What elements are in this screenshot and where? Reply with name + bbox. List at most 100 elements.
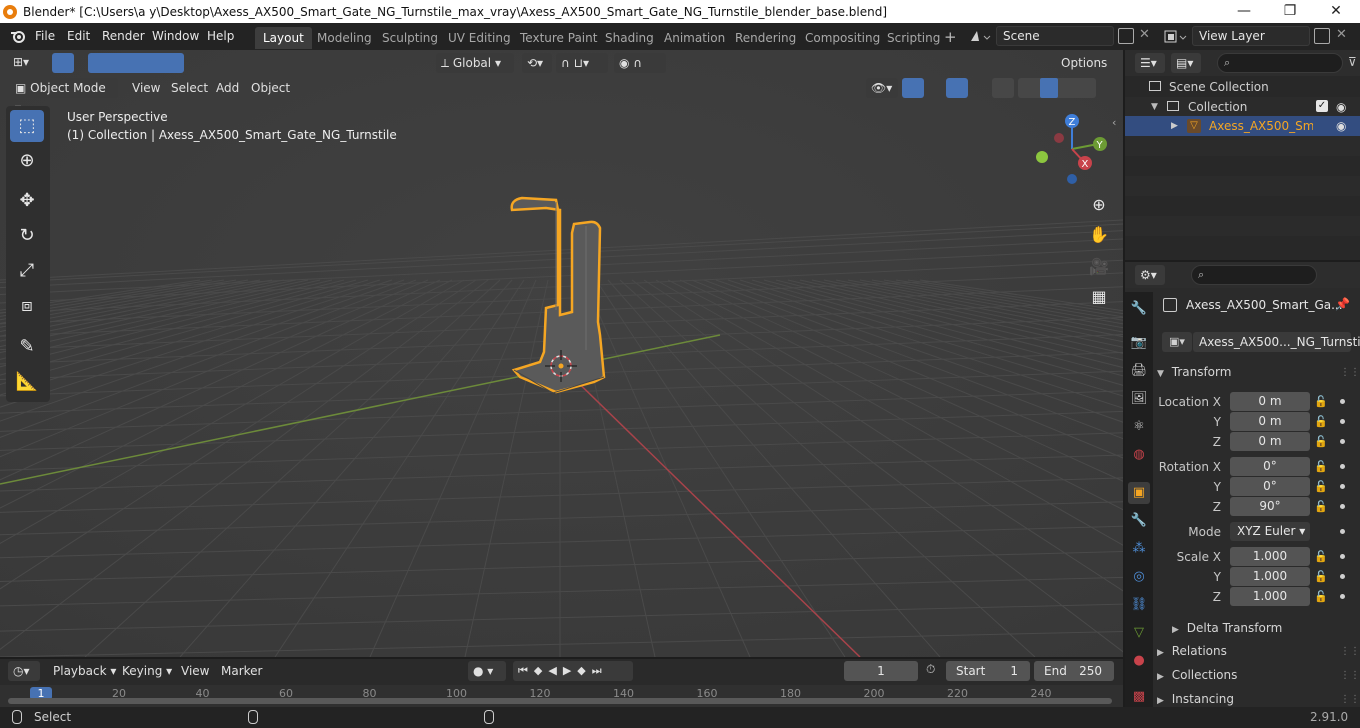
menu-add[interactable]: Add xyxy=(211,78,244,98)
maximize-button[interactable]: ❐ xyxy=(1267,0,1313,23)
scene-name-field[interactable]: Scene xyxy=(996,26,1114,46)
tree-row-collection[interactable]: ▼ Collection ✓ ◉ xyxy=(1125,97,1360,117)
tree-row-scene-collection[interactable]: Scene Collection xyxy=(1125,77,1360,97)
expand-arrow-icon[interactable]: ▼ xyxy=(1151,97,1158,117)
render-tab-icon[interactable]: 📷 xyxy=(1128,332,1150,354)
location-z-field[interactable]: 0 m xyxy=(1230,432,1310,451)
shading-mode-buttons[interactable] xyxy=(1018,78,1096,98)
drag-handle-icon[interactable]: ⋮⋮ xyxy=(1340,367,1360,378)
tab-compositing[interactable]: Compositing xyxy=(797,27,888,49)
drag-handle-icon[interactable]: ⋮⋮ xyxy=(1340,694,1360,705)
world-tab-icon[interactable]: ◍ xyxy=(1128,444,1150,466)
options-dropdown[interactable]: Options ▾ xyxy=(1056,53,1116,90)
overlays-toggle-icon[interactable] xyxy=(946,78,968,98)
blender-menu-icon[interactable] xyxy=(10,29,26,43)
editor-type-icon[interactable]: ⊞▾ xyxy=(8,52,40,72)
expand-arrow-icon[interactable]: ▶ xyxy=(1171,116,1178,136)
scene-selector-icon[interactable] xyxy=(967,27,993,47)
lock-icon[interactable]: 🔓 xyxy=(1314,500,1328,514)
eye-icon[interactable]: ◉ xyxy=(1336,97,1346,117)
3d-viewport[interactable]: ⊞▾ ⟂ Global ▾ ⟲▾ ∩ ⊔▾ ◉ ∩ Options ▾ ▣ Ob… xyxy=(0,50,1123,657)
timeline-view-menu[interactable]: View xyxy=(176,661,214,681)
tab-shading[interactable]: Shading xyxy=(597,27,662,49)
exclude-checkbox[interactable]: ✓ xyxy=(1316,100,1328,112)
zoom-icon[interactable]: ⊕ xyxy=(1086,192,1112,218)
add-workspace-icon[interactable]: + xyxy=(944,28,957,46)
pivot-point-icon[interactable]: ⟲▾ xyxy=(522,53,552,73)
drag-handle-icon[interactable]: ⋮⋮ xyxy=(1340,646,1360,657)
tab-sculpting[interactable]: Sculpting xyxy=(374,27,446,49)
texture-tab-icon[interactable]: ▩ xyxy=(1128,686,1150,708)
delta-transform-header[interactable]: ▶ Delta Transform xyxy=(1172,617,1360,639)
transform-tool-icon[interactable]: ⧈ xyxy=(10,290,44,322)
navigation-gizmo[interactable]: Z Y X xyxy=(1030,112,1120,190)
drag-handle-icon[interactable]: ⋮⋮ xyxy=(1340,670,1360,681)
rotation-mode-dropdown[interactable]: XYZ Euler ▾ xyxy=(1230,522,1310,541)
move-tool-icon[interactable]: ✥ xyxy=(10,185,44,217)
data-tab-icon[interactable]: ▽ xyxy=(1128,622,1150,644)
scene-tab-icon[interactable]: ⚛ xyxy=(1128,416,1150,438)
tab-texture-paint[interactable]: Texture Paint xyxy=(512,27,605,49)
gizmo-toggle-icon[interactable] xyxy=(902,78,924,98)
menu-file[interactable]: File xyxy=(35,28,55,45)
scale-z-field[interactable]: 1.000 xyxy=(1230,587,1310,606)
view-layer-field[interactable]: View Layer xyxy=(1192,26,1310,46)
keyframe-dot-icon[interactable] xyxy=(1340,399,1345,404)
properties-editor-icon[interactable]: ⚙▾ xyxy=(1135,265,1165,285)
rotation-z-field[interactable]: 90° xyxy=(1230,497,1310,516)
object-browse-icon[interactable]: ▣▾ xyxy=(1162,332,1192,352)
snapping-icon[interactable]: ∩ ⊔▾ xyxy=(556,53,608,73)
lock-icon[interactable]: 🔓 xyxy=(1314,550,1328,564)
tab-animation[interactable]: Animation xyxy=(656,27,733,49)
auto-keying-icon[interactable]: ● ▾ xyxy=(468,661,506,681)
modifier-tab-icon[interactable]: 🔧 xyxy=(1128,510,1150,532)
material-tab-icon[interactable]: ● xyxy=(1128,650,1150,672)
tree-row-object[interactable]: ▶ ▽ Axess_AX500_Smart ◉ xyxy=(1125,116,1360,136)
cursor-tool-icon[interactable]: ⊕ xyxy=(10,145,44,177)
pan-hand-icon[interactable]: ✋ xyxy=(1086,222,1112,248)
lock-icon[interactable]: 🔓 xyxy=(1314,480,1328,494)
proportional-editing-icon[interactable]: ◉ ∩ xyxy=(614,53,666,73)
outliner-editor-icon[interactable]: ☰▾ xyxy=(1135,53,1165,73)
tool-tab-icon[interactable]: 🔧 xyxy=(1128,298,1150,320)
physics-tab-icon[interactable]: ◎ xyxy=(1128,566,1150,588)
timeline-marker-menu[interactable]: Marker xyxy=(216,661,267,681)
close-button[interactable]: ✕ xyxy=(1313,0,1359,23)
menu-render[interactable]: Render xyxy=(102,28,145,45)
object-name-field[interactable]: Axess_AX500..._NG_Turnstile xyxy=(1193,332,1360,352)
view-layer-icon[interactable] xyxy=(1163,28,1189,46)
location-y-field[interactable]: 0 m xyxy=(1230,412,1310,431)
camera-view-icon[interactable]: 🎥 xyxy=(1086,254,1112,280)
output-tab-icon[interactable]: 🖨 xyxy=(1128,360,1150,382)
new-scene-icon[interactable] xyxy=(1118,28,1134,44)
xray-toggle-icon[interactable] xyxy=(992,78,1014,98)
delete-scene-icon[interactable]: ✕ xyxy=(1139,27,1150,42)
particles-tab-icon[interactable]: ⁂ xyxy=(1128,538,1150,560)
eye-icon[interactable]: ◉ xyxy=(1336,116,1346,136)
end-frame-field[interactable]: End 250 xyxy=(1034,661,1114,681)
lock-icon[interactable]: 🔓 xyxy=(1314,460,1328,474)
transform-orientation-dropdown[interactable]: ⟂ Global ▾ xyxy=(436,53,514,73)
tab-scripting[interactable]: Scripting xyxy=(879,27,948,49)
rotation-x-field[interactable]: 0° xyxy=(1230,457,1310,476)
stopwatch-icon[interactable]: ⏱ xyxy=(926,662,935,677)
delete-view-layer-icon[interactable]: ✕ xyxy=(1336,27,1347,42)
menu-edit[interactable]: Edit xyxy=(67,28,90,45)
menu-help[interactable]: Help xyxy=(207,28,234,45)
keyframe-dot-icon[interactable] xyxy=(1340,529,1345,534)
object-tab-icon[interactable]: ▣ xyxy=(1128,482,1150,504)
select-box-tool-icon[interactable]: ⬚ xyxy=(10,110,44,142)
tab-rendering[interactable]: Rendering xyxy=(727,27,804,49)
location-x-field[interactable]: 0 m xyxy=(1230,392,1310,411)
keyframe-dot-icon[interactable] xyxy=(1340,439,1345,444)
keyframe-dot-icon[interactable] xyxy=(1340,554,1345,559)
menu-select[interactable]: Select xyxy=(166,78,213,98)
tab-uv-editing[interactable]: UV Editing xyxy=(440,27,519,49)
keyframe-dot-icon[interactable] xyxy=(1340,484,1345,489)
relations-panel-header[interactable]: ▶ Relations xyxy=(1157,640,1357,662)
solid-shading-icon[interactable] xyxy=(1040,78,1058,98)
outliner-search-input[interactable]: ⌕ xyxy=(1217,53,1343,73)
selection-mode-buttons[interactable] xyxy=(88,53,184,73)
rotation-y-field[interactable]: 0° xyxy=(1230,477,1310,496)
current-frame-field[interactable]: 1 xyxy=(844,661,918,681)
